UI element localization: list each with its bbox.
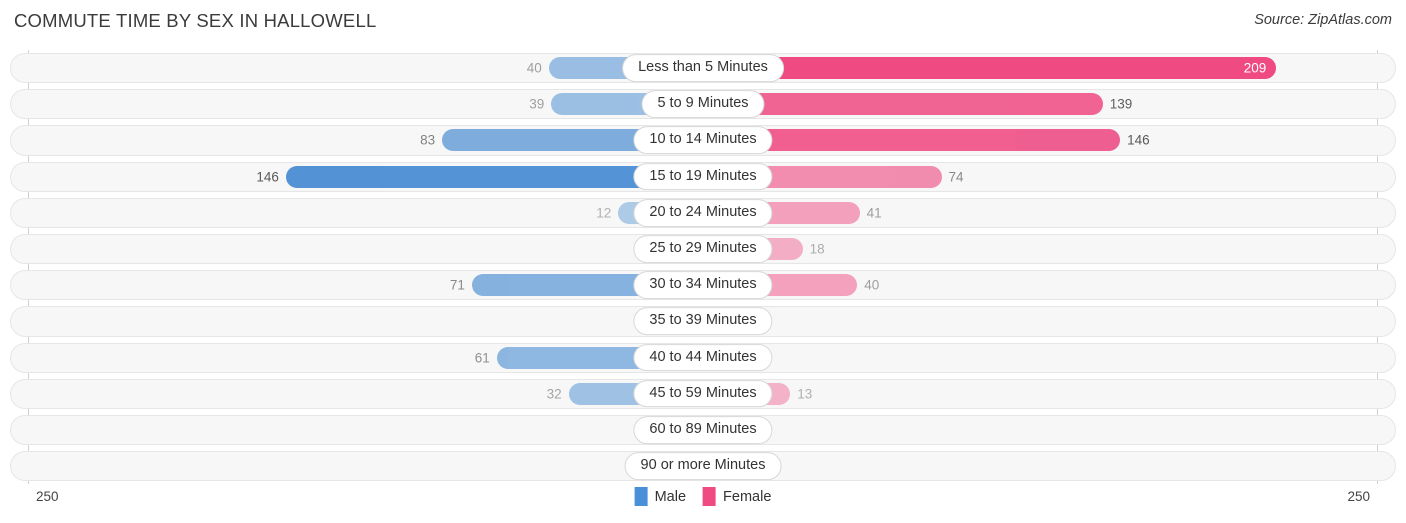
bar-rows: 40 209 Less than 5 Minutes 39 139 5 to 9 Minu… — [0, 50, 1406, 484]
row-label: 30 to 34 Minutes — [633, 271, 773, 300]
legend-item-female[interactable]: Female — [703, 487, 771, 506]
male-bar-value: 39 — [529, 96, 545, 112]
bar-row: 61040 to 44 Minutes — [0, 340, 1406, 376]
female-bar-value: 74 — [948, 168, 964, 184]
chart-header: COMMUTE TIME BY SEX IN HALLOWELL Source:… — [0, 0, 1406, 46]
male-bar-value: 12 — [596, 205, 612, 221]
bar-row: 0060 to 89 Minutes — [0, 412, 1406, 448]
row-label: 35 to 39 Minutes — [633, 307, 773, 336]
female-bar-value: 13 — [797, 386, 813, 402]
female-bar-value: 18 — [809, 241, 825, 257]
male-bar-value: 83 — [420, 132, 436, 148]
female-bar[interactable]: 209 — [703, 57, 1277, 80]
female-bar-value: 41 — [866, 205, 882, 221]
male-bar-value: 32 — [546, 386, 562, 402]
row-label: 90 or more Minutes — [624, 452, 782, 480]
female-bar-value: 209 — [1243, 60, 1267, 76]
legend-label: Female — [723, 488, 772, 505]
legend: Male Female — [634, 487, 771, 506]
female-bar-value: 146 — [1127, 132, 1150, 148]
row-label: 10 to 14 Minutes — [633, 126, 773, 155]
legend-swatch-icon — [703, 487, 717, 506]
row-label: Less than 5 Minutes — [622, 54, 784, 82]
bar-row: 0035 to 39 Minutes — [0, 303, 1406, 339]
male-bar-value: 146 — [256, 168, 279, 184]
row-label: 25 to 29 Minutes — [633, 235, 773, 263]
male-bar-value: 71 — [449, 277, 465, 293]
bar-row: 0090 or more Minutes — [0, 448, 1406, 484]
legend-label: Male — [654, 488, 687, 505]
male-bar-value: 40 — [526, 60, 542, 76]
legend-swatch-icon — [634, 487, 648, 506]
axis-tick-left: 250 — [36, 489, 59, 504]
page-title: COMMUTE TIME BY SEX IN HALLOWELL — [14, 10, 377, 31]
source-attribution: Source: ZipAtlas.com — [1254, 12, 1392, 28]
chart-footer: 250 250 Male Female — [0, 484, 1406, 523]
row-label: 40 to 44 Minutes — [633, 343, 773, 372]
axis-tick-right: 250 — [1347, 489, 1370, 504]
legend-item-male[interactable]: Male — [634, 487, 687, 506]
plot-area: 40 209 Less than 5 Minutes 39 139 5 to 9 Minu… — [0, 50, 1406, 484]
bar-row: 32 13 45 to 59 Minutes — [0, 376, 1406, 412]
bar-row: 83 146 10 to 14 Minutes — [0, 122, 1406, 158]
male-bar-value: 61 — [474, 349, 490, 365]
female-bar-value: 139 — [1109, 96, 1133, 112]
bar-row: 12 41 20 to 24 Minutes — [0, 195, 1406, 231]
row-label: 60 to 89 Minutes — [633, 416, 773, 444]
female-bar-value: 40 — [864, 277, 880, 293]
bar-row: 146 74 15 to 19 Minutes — [0, 159, 1406, 195]
bar-row: 40 209 Less than 5 Minutes — [0, 50, 1406, 86]
bar-row: 71 40 30 to 34 Minutes — [0, 267, 1406, 303]
row-label: 15 to 19 Minutes — [633, 162, 773, 191]
row-label: 20 to 24 Minutes — [633, 199, 773, 227]
bar-row: 01825 to 29 Minutes — [0, 231, 1406, 267]
row-label: 45 to 59 Minutes — [633, 379, 773, 408]
bar-row: 39 139 5 to 9 Minutes — [0, 86, 1406, 122]
commute-time-chart: COMMUTE TIME BY SEX IN HALLOWELL Source:… — [0, 0, 1406, 523]
row-label: 5 to 9 Minutes — [641, 90, 765, 119]
